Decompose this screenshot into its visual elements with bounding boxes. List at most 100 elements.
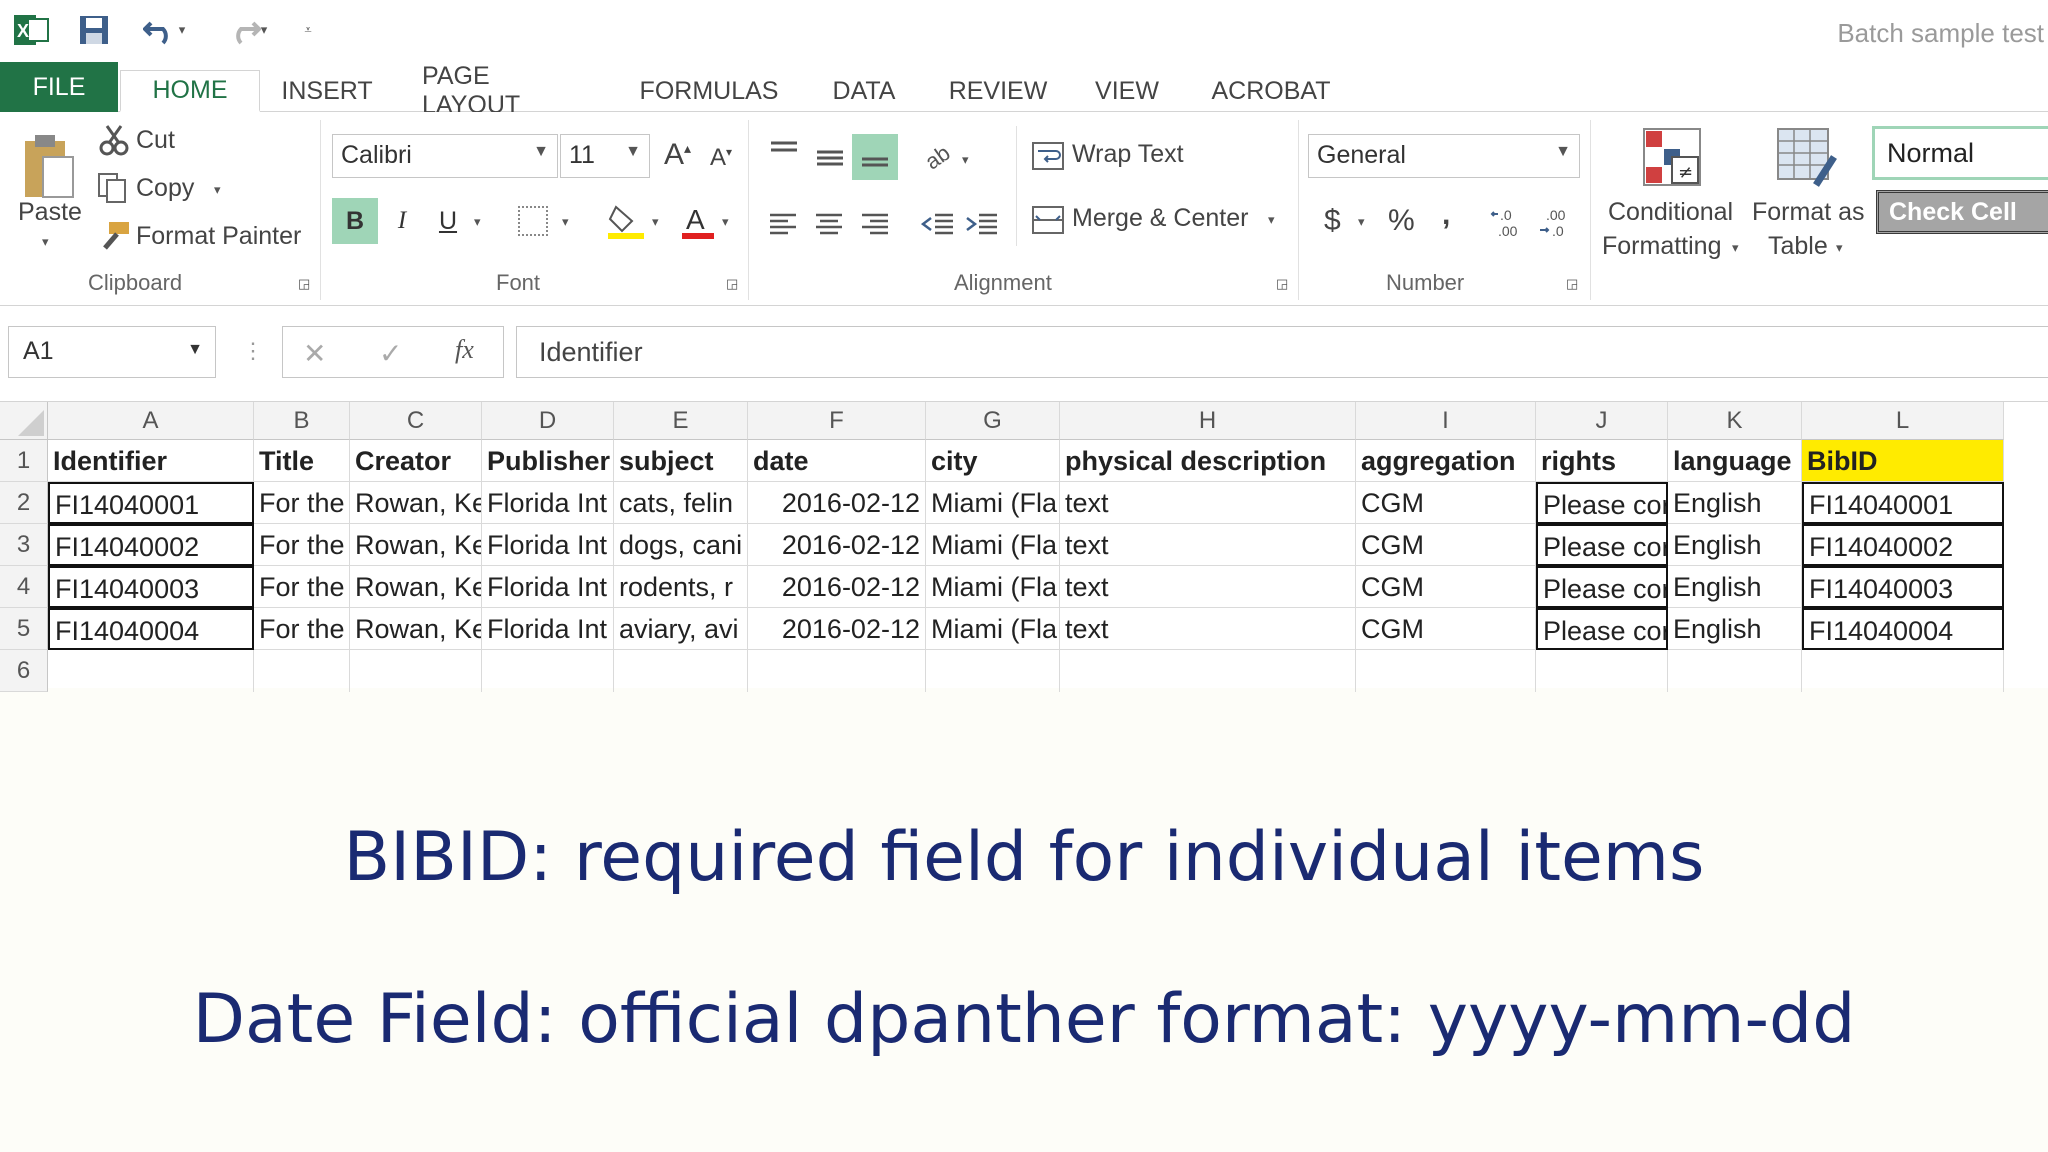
cut-icon[interactable] [98,122,130,158]
conditional-formatting-icon[interactable]: ≠ [1640,124,1704,194]
cell-g4[interactable]: Miami (Fla [926,566,1060,608]
column-header-c[interactable]: C [350,402,482,440]
more-options-icon[interactable]: ⋮ [242,338,264,364]
cell-d3[interactable]: Florida Int [482,524,614,566]
fill-color-icon[interactable] [604,198,648,244]
column-header-a[interactable]: A [48,402,254,440]
cell-b4[interactable]: For the [254,566,350,608]
cell-b2[interactable]: For the [254,482,350,524]
percent-style-button[interactable]: % [1388,204,1415,238]
cell-l3[interactable]: FI14040002 [1802,524,2004,566]
alignment-launcher-icon[interactable]: ◲ [1276,276,1288,292]
cut-button[interactable]: Cut [136,126,175,155]
cell-e5[interactable]: aviary, avi [614,608,748,650]
cell-e6[interactable] [614,650,748,692]
row-header-4[interactable]: 4 [0,566,48,608]
cell-f2[interactable]: 2016-02-12 [748,482,926,524]
cell-h5[interactable]: text [1060,608,1356,650]
formula-input[interactable]: Identifier [516,326,2048,378]
wrap-text-icon[interactable] [1030,136,1066,176]
column-header-g[interactable]: G [926,402,1060,440]
format-as-table-label-2[interactable]: Table [1768,232,1828,261]
cell-a2[interactable]: FI14040001 [48,482,254,524]
increase-font-size-icon[interactable]: A▴ [664,138,691,172]
header-cell-h[interactable]: physical description [1060,440,1356,482]
cell-k2[interactable]: English [1668,482,1802,524]
cell-k6[interactable] [1668,650,1802,692]
tab-insert[interactable]: INSERT [281,70,372,112]
cell-g2[interactable]: Miami (Fla [926,482,1060,524]
orientation-icon[interactable]: ab [920,136,960,176]
redo-icon[interactable]: ▾ [218,10,274,50]
cell-g3[interactable]: Miami (Fla [926,524,1060,566]
customize-toolbar-icon[interactable]: ⩡ [296,10,320,50]
decrease-decimal-icon[interactable]: .00.0 [1536,202,1576,242]
copy-icon[interactable] [96,170,128,206]
cell-b5[interactable]: For the [254,608,350,650]
cell-l4[interactable]: FI14040003 [1802,566,2004,608]
number-format-select[interactable]: General ▼ [1308,134,1580,178]
paste-icon[interactable] [14,126,84,206]
header-cell-l[interactable]: BibID [1802,440,2004,482]
format-as-table-icon[interactable] [1774,124,1840,194]
increase-indent-icon[interactable] [962,204,1002,244]
cell-a3[interactable]: FI14040002 [48,524,254,566]
format-as-table-dropdown-icon[interactable]: ▾ [1836,240,1843,256]
cell-c5[interactable]: Rowan, Ke [350,608,482,650]
comma-style-button[interactable]: , [1442,198,1450,232]
column-header-j[interactable]: J [1536,402,1668,440]
orientation-dropdown-icon[interactable]: ▾ [962,152,969,168]
cell-j2[interactable]: Please cor [1536,482,1668,524]
format-as-table-label-1[interactable]: Format as [1752,198,1865,227]
name-box[interactable]: A1 ▼ [8,326,216,378]
align-left-icon[interactable] [764,204,802,244]
align-bottom-icon[interactable] [852,134,898,180]
cancel-icon[interactable]: ✕ [303,337,326,370]
cell-i2[interactable]: CGM [1356,482,1536,524]
cell-i5[interactable]: CGM [1356,608,1536,650]
conditional-dropdown-icon[interactable]: ▾ [1732,240,1739,256]
cell-e3[interactable]: dogs, cani [614,524,748,566]
font-launcher-icon[interactable]: ◲ [726,276,738,292]
font-color-icon[interactable]: A [676,198,720,244]
tab-home[interactable]: HOME [120,70,260,112]
header-cell-e[interactable]: subject [614,440,748,482]
tab-page-layout[interactable]: PAGE LAYOUT [422,62,588,119]
cell-h4[interactable]: text [1060,566,1356,608]
align-middle-icon[interactable] [812,138,848,178]
cell-i4[interactable]: CGM [1356,566,1536,608]
cell-f5[interactable]: 2016-02-12 [748,608,926,650]
header-cell-a[interactable]: Identifier [48,440,254,482]
cell-f4[interactable]: 2016-02-12 [748,566,926,608]
cell-e2[interactable]: cats, felin [614,482,748,524]
column-header-e[interactable]: E [614,402,748,440]
column-header-d[interactable]: D [482,402,614,440]
cell-l5[interactable]: FI14040004 [1802,608,2004,650]
underline-button[interactable]: U [428,198,468,244]
paste-button[interactable]: Paste [18,198,82,227]
cell-f3[interactable]: 2016-02-12 [748,524,926,566]
tab-formulas[interactable]: FORMULAS [640,70,779,112]
cell-a4[interactable]: FI14040003 [48,566,254,608]
cell-h2[interactable]: text [1060,482,1356,524]
copy-dropdown-icon[interactable]: ▾ [214,182,221,198]
cell-f6[interactable] [748,650,926,692]
style-normal[interactable]: Normal [1872,126,2048,180]
cell-g6[interactable] [926,650,1060,692]
column-header-h[interactable]: H [1060,402,1356,440]
column-header-b[interactable]: B [254,402,350,440]
cell-c3[interactable]: Rowan, Ke [350,524,482,566]
wrap-text-button[interactable]: Wrap Text [1072,140,1184,169]
row-header-6[interactable]: 6 [0,650,48,692]
column-header-f[interactable]: F [748,402,926,440]
select-all-corner[interactable] [0,402,48,440]
tab-view[interactable]: VIEW [1095,70,1159,112]
cell-b3[interactable]: For the [254,524,350,566]
cell-c6[interactable] [350,650,482,692]
cell-b6[interactable] [254,650,350,692]
enter-icon[interactable]: ✓ [379,337,402,370]
cell-i6[interactable] [1356,650,1536,692]
copy-button[interactable]: Copy [136,174,194,203]
align-right-icon[interactable] [856,204,894,244]
header-cell-i[interactable]: aggregation [1356,440,1536,482]
